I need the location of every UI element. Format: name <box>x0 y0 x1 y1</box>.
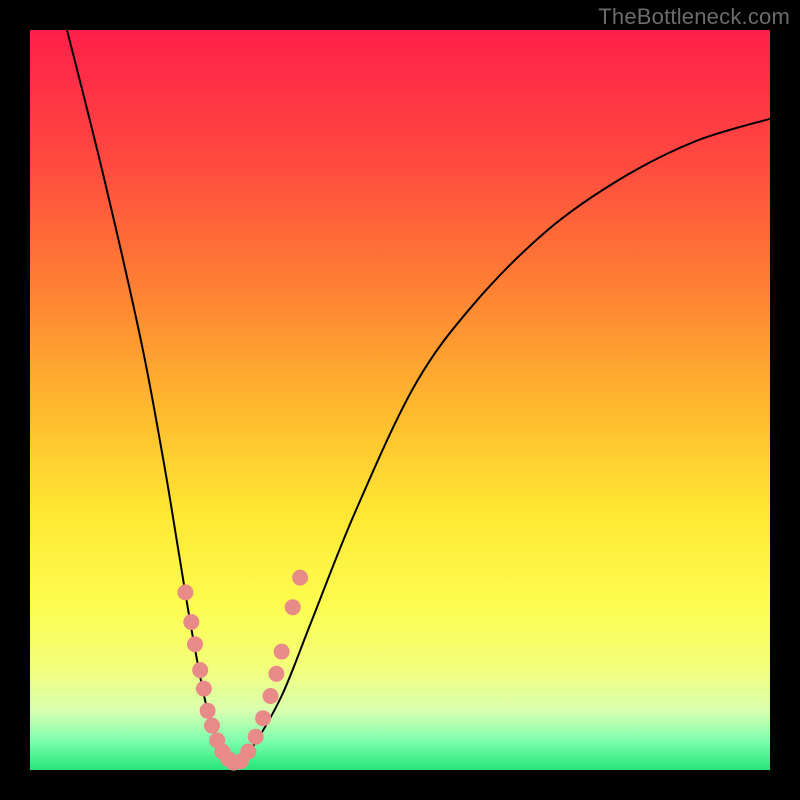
highlight-point <box>248 729 264 745</box>
watermark-text: TheBottleneck.com <box>598 4 790 30</box>
highlight-point <box>187 636 203 652</box>
highlight-point <box>263 688 279 704</box>
highlight-point <box>292 570 308 586</box>
highlight-points-group <box>177 570 308 771</box>
highlight-point <box>240 744 256 760</box>
plot-area <box>30 30 770 770</box>
highlight-point <box>274 644 290 660</box>
chart-frame: TheBottleneck.com <box>0 0 800 800</box>
highlight-point <box>183 614 199 630</box>
highlight-point <box>196 681 212 697</box>
highlight-point <box>192 662 208 678</box>
highlight-point <box>285 599 301 615</box>
bottleneck-curve <box>67 30 770 763</box>
highlight-point <box>200 703 216 719</box>
chart-svg <box>30 30 770 770</box>
highlight-point <box>268 666 284 682</box>
highlight-point <box>177 584 193 600</box>
highlight-point <box>204 718 220 734</box>
highlight-point <box>255 710 271 726</box>
